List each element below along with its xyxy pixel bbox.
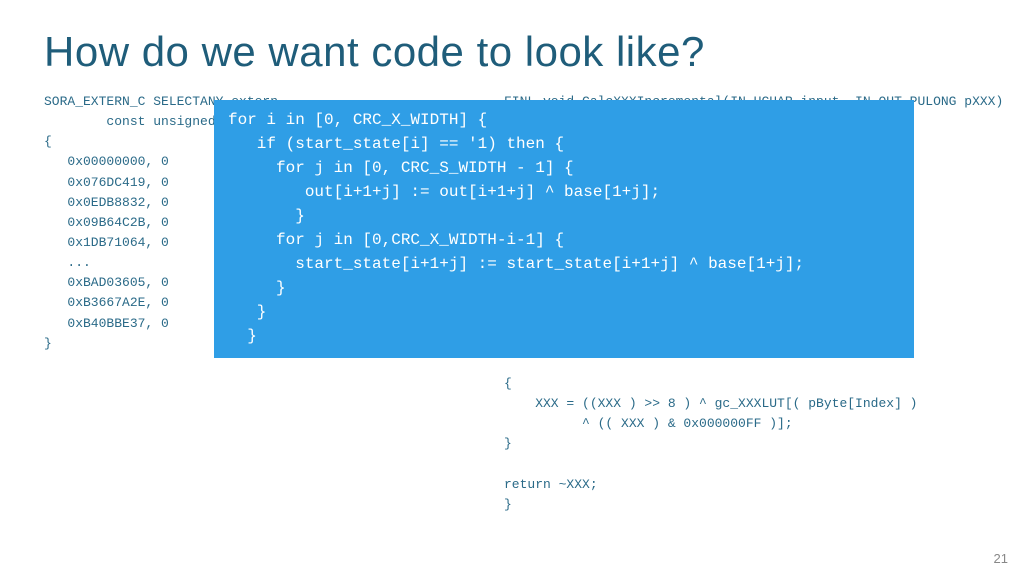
slide-title: How do we want code to look like? — [44, 28, 980, 76]
slide: How do we want code to look like? SORA_E… — [0, 0, 1024, 576]
overlay-code-block: for i in [0, CRC_X_WIDTH] { if (start_st… — [214, 100, 914, 358]
slide-content: SORA_EXTERN_C SELECTANY extern const uns… — [44, 92, 980, 522]
page-number: 21 — [994, 551, 1008, 566]
